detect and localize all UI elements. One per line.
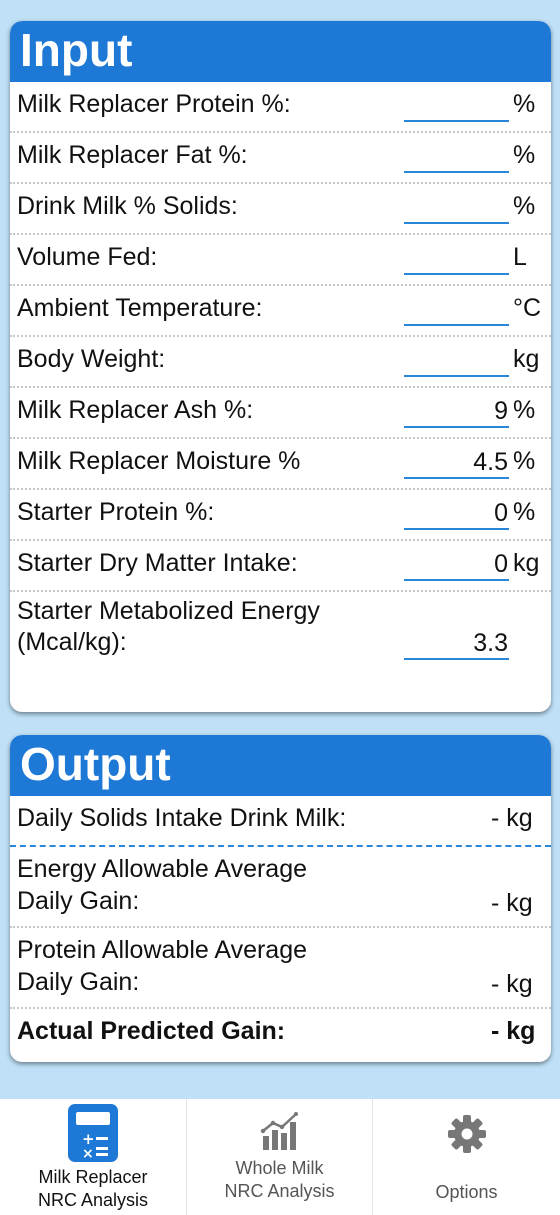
ash-input[interactable]: 9 [404,396,509,428]
moisture-label: Milk Replacer Moisture % [17,447,301,475]
output-card: Output Daily Solids Intake Drink Milk: -… [10,735,551,1062]
starter-protein-row: Starter Protein %: 0 % [10,490,551,541]
tab-options[interactable]: Options [373,1099,560,1215]
protein-row: Milk Replacer Protein %: % [10,82,551,133]
starter-dmi-unit: kg [513,549,540,577]
energy-adg-row: Energy Allowable Average Daily Gain: - k… [10,847,551,928]
temperature-label: Ambient Temperature: [17,294,263,322]
input-title: Input [10,21,551,82]
output-title: Output [10,735,551,796]
body-weight-row: Body Weight: kg [10,337,551,388]
temperature-unit: °C [513,294,542,322]
protein-input[interactable] [404,90,509,122]
starter-dmi-input[interactable]: 0 [404,549,509,581]
tab-whole-milk[interactable]: Whole Milk NRC Analysis [187,1099,373,1215]
energy-adg-value: - kg [491,889,533,917]
protein-adg-label: Protein Allowable Average Daily Gain: [17,934,307,998]
moisture-row: Milk Replacer Moisture % 4.5 % [10,439,551,490]
starter-energy-input[interactable]: 3.3 [404,628,509,660]
starter-protein-input[interactable]: 0 [404,498,509,530]
daily-solids-row: Daily Solids Intake Drink Milk: - kg [10,796,551,847]
tab-milk-replacer-line2: NRC Analysis [37,1190,149,1210]
tab-whole-milk-line2: NRC Analysis [224,1181,335,1201]
volume-row: Volume Fed: L [10,235,551,286]
input-card: Input Milk Replacer Protein %: % Milk Re… [10,21,551,712]
starter-protein-unit: % [513,498,536,526]
starter-dmi-row: Starter Dry Matter Intake: 0 kg [10,541,551,592]
solids-row: Drink Milk % Solids: % [10,184,551,235]
body-weight-input[interactable] [404,345,509,377]
volume-input[interactable] [404,243,509,275]
tab-options-label: Options [435,1182,498,1202]
solids-unit: % [513,192,536,220]
starter-energy-label: Starter Metabolized Energy (Mcal/kg): [17,596,387,658]
gear-icon [447,1115,486,1153]
daily-solids-label: Daily Solids Intake Drink Milk: [17,804,347,832]
body-weight-label: Body Weight: [17,345,166,373]
energy-adg-label-line1: Energy Allowable Average [17,855,308,883]
energy-adg-label: Energy Allowable Average Daily Gain: [17,853,307,917]
svg-text:×: × [82,1146,94,1162]
volume-unit: L [513,243,527,271]
bar-chart-growth-icon [260,1112,298,1150]
calculator-icon: + × [68,1104,118,1162]
temperature-row: Ambient Temperature: °C [10,286,551,337]
ash-row: Milk Replacer Ash %: 9 % [10,388,551,439]
starter-dmi-label: Starter Dry Matter Intake: [17,549,298,577]
predicted-gain-row: Actual Predicted Gain: - kg [10,1009,551,1060]
starter-energy-label-line2: (Mcal/kg): [17,628,127,656]
protein-adg-row: Protein Allowable Average Daily Gain: - … [10,928,551,1009]
fat-input[interactable] [404,141,509,173]
tab-whole-milk-line1: Whole Milk [235,1158,324,1178]
protein-adg-label-line2: Daily Gain: [17,968,140,996]
fat-unit: % [513,141,536,169]
protein-adg-label-line1: Protein Allowable Average [17,936,308,964]
protein-label: Milk Replacer Protein %: [17,90,291,118]
body-weight-unit: kg [513,345,540,373]
bottom-tab-bar: + × Milk Replacer NRC Analysis Whole Mil… [0,1099,560,1215]
starter-energy-label-line1: Starter Metabolized Energy [17,597,320,625]
fat-row: Milk Replacer Fat %: % [10,133,551,184]
fat-label: Milk Replacer Fat %: [17,141,248,169]
predicted-gain-label: Actual Predicted Gain: [17,1017,286,1045]
moisture-input[interactable]: 4.5 [404,447,509,479]
energy-adg-label-line2: Daily Gain: [17,887,140,915]
temperature-input[interactable] [404,294,509,326]
predicted-gain-value: - kg [491,1017,536,1045]
solids-input[interactable] [404,192,509,224]
tab-milk-replacer-line1: Milk Replacer [38,1167,148,1187]
ash-label: Milk Replacer Ash %: [17,396,254,424]
protein-adg-value: - kg [491,970,533,998]
volume-label: Volume Fed: [17,243,158,271]
ash-unit: % [513,396,536,424]
solids-label: Drink Milk % Solids: [17,192,238,220]
starter-protein-label: Starter Protein %: [17,498,215,526]
daily-solids-value: - kg [491,804,533,832]
starter-energy-row: Starter Metabolized Energy (Mcal/kg): 3.… [10,592,551,704]
tab-milk-replacer[interactable]: + × Milk Replacer NRC Analysis [0,1099,187,1215]
moisture-unit: % [513,447,536,475]
protein-unit: % [513,90,536,118]
